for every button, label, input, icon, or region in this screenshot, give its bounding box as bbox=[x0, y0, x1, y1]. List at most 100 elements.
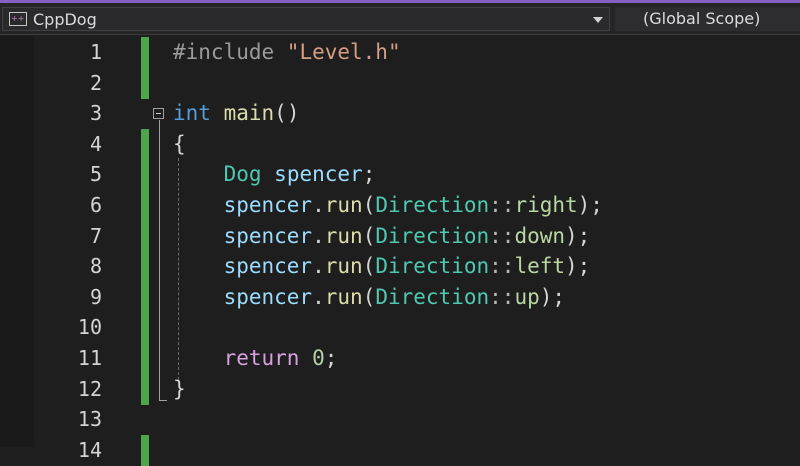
change-indicator bbox=[141, 434, 149, 466]
line-number: 14 bbox=[77, 437, 102, 462]
code-token: ; bbox=[324, 346, 338, 370]
code-token: "Level.h" bbox=[286, 40, 401, 64]
indent-guide bbox=[178, 158, 179, 380]
code-line[interactable]: 3 int main() bbox=[0, 98, 800, 129]
code-text: spencer.run(Direction::up); bbox=[173, 282, 565, 313]
code-text: spencer.run(Direction::down); bbox=[173, 221, 591, 252]
chevron-down-icon[interactable] bbox=[593, 17, 603, 23]
code-token: ); bbox=[577, 193, 603, 217]
code-line[interactable]: 1 #include "Level.h" bbox=[0, 37, 800, 68]
svg-text:++: ++ bbox=[11, 14, 24, 23]
code-token: () bbox=[274, 101, 300, 126]
code-token: down bbox=[514, 223, 566, 248]
line-number: 4 bbox=[89, 131, 102, 156]
code-token: up bbox=[514, 284, 540, 309]
code-token: ( bbox=[362, 284, 376, 309]
code-token: left bbox=[514, 254, 566, 279]
code-token: main bbox=[223, 101, 275, 126]
change-indicator bbox=[141, 343, 149, 374]
cpp-project-icon: ++ bbox=[9, 12, 27, 26]
code-token: :: bbox=[489, 254, 515, 279]
code-line[interactable]: 12} bbox=[0, 373, 800, 405]
code-token: spencer bbox=[223, 193, 313, 217]
navigation-bar: ++ CppDog (Global Scope) bbox=[0, 3, 800, 35]
code-line[interactable]: 8 spencer.run(Direction::left); bbox=[0, 251, 800, 283]
code-token: . bbox=[312, 254, 325, 279]
code-token: Direction bbox=[375, 254, 490, 279]
change-indicator bbox=[141, 281, 149, 313]
change-indicator bbox=[141, 67, 149, 99]
code-text: spencer.run(Direction::right); bbox=[173, 190, 603, 221]
change-indicator bbox=[141, 190, 149, 221]
code-token: . bbox=[312, 193, 325, 217]
code-token: :: bbox=[489, 193, 515, 217]
code-token: . bbox=[312, 223, 325, 248]
code-line[interactable]: 7 spencer.run(Direction::down); bbox=[0, 220, 800, 252]
line-number: 5 bbox=[89, 162, 102, 187]
change-indicator bbox=[141, 159, 149, 191]
code-token: Dog bbox=[223, 162, 262, 187]
code-token: run bbox=[324, 284, 363, 309]
code-token: 0 bbox=[312, 346, 325, 370]
code-token: :: bbox=[489, 223, 515, 248]
code-token: Direction bbox=[375, 223, 490, 248]
code-line[interactable]: 9 spencer.run(Direction::up); bbox=[0, 281, 800, 313]
code-token: spencer bbox=[223, 223, 313, 248]
line-number: 8 bbox=[89, 254, 102, 279]
code-line[interactable]: 2 bbox=[0, 67, 800, 99]
code-token: run bbox=[324, 193, 363, 217]
code-text: { bbox=[173, 129, 186, 160]
change-indicator bbox=[141, 312, 149, 344]
code-token: int bbox=[173, 101, 211, 126]
code-line[interactable]: 5 Dog spencer; bbox=[0, 159, 800, 191]
code-token: :: bbox=[489, 284, 515, 309]
change-indicator bbox=[141, 128, 149, 160]
code-line[interactable]: 11 return 0; bbox=[0, 343, 800, 374]
line-number: 1 bbox=[89, 40, 102, 64]
change-indicator bbox=[141, 37, 149, 68]
code-token: { bbox=[173, 131, 186, 156]
change-indicator bbox=[141, 220, 149, 252]
fold-outline-line bbox=[159, 120, 160, 401]
project-dropdown[interactable]: ++ CppDog bbox=[2, 7, 610, 31]
project-name: CppDog bbox=[33, 10, 97, 29]
line-number: 7 bbox=[89, 223, 102, 248]
code-token: ); bbox=[565, 223, 591, 248]
code-token: ); bbox=[539, 284, 566, 309]
line-number: 9 bbox=[89, 284, 102, 309]
code-token: spencer bbox=[223, 254, 313, 279]
code-editor[interactable]: 1 #include "Level.h" 2 3 int main() 4{5 Dog s… bbox=[0, 36, 800, 466]
code-line[interactable]: 13 bbox=[0, 404, 800, 435]
code-token: Direction bbox=[375, 284, 490, 309]
code-token: ); bbox=[565, 254, 591, 279]
code-token: right bbox=[514, 193, 578, 217]
line-number: 11 bbox=[77, 346, 102, 370]
code-line[interactable]: 4{ bbox=[0, 128, 800, 160]
collapse-icon[interactable] bbox=[153, 108, 164, 119]
code-text: int main() bbox=[173, 98, 299, 129]
line-number: 10 bbox=[77, 315, 102, 340]
code-line[interactable]: 10 bbox=[0, 312, 800, 344]
line-number: 12 bbox=[77, 376, 102, 401]
code-token: ( bbox=[362, 193, 376, 217]
change-indicator bbox=[141, 373, 149, 405]
scope-dropdown[interactable]: (Global Scope) bbox=[615, 7, 800, 31]
code-token: run bbox=[324, 223, 363, 248]
code-text: } bbox=[173, 374, 186, 405]
line-number: 3 bbox=[89, 101, 102, 126]
code-token: return bbox=[223, 346, 300, 370]
code-token: ( bbox=[362, 223, 376, 248]
scope-name: (Global Scope) bbox=[643, 9, 761, 28]
line-number: 2 bbox=[89, 70, 102, 95]
code-line[interactable]: 14 bbox=[0, 434, 800, 466]
code-token: ( bbox=[362, 254, 376, 279]
code-line[interactable]: 6 spencer.run(Direction::right); bbox=[0, 190, 800, 221]
code-token: spencer bbox=[223, 284, 313, 309]
